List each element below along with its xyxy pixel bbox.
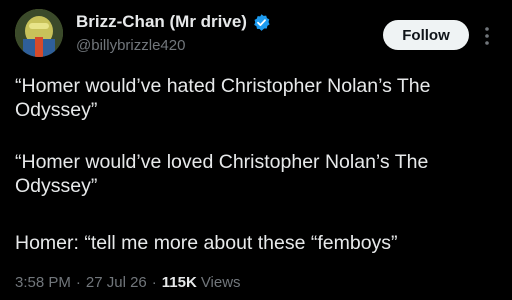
author-handle[interactable]: @billybrizzle420: [76, 37, 185, 54]
author-name-row: Brizz-Chan (Mr drive): [76, 11, 271, 33]
tweet-time[interactable]: 3:58 PM: [15, 274, 71, 291]
avatar-image: [15, 9, 63, 57]
verified-badge-icon: [252, 13, 271, 32]
meta-separator: ·: [151, 274, 157, 291]
tweet-paragraph: Homer: “tell me more about these “femboy…: [15, 232, 398, 254]
meta-separator: ·: [75, 274, 81, 291]
avatar[interactable]: [15, 9, 63, 57]
tweet-paragraph: “Homer would’ve loved Christopher Nolan’…: [15, 151, 429, 197]
tweet-card: Brizz-Chan (Mr drive) @billybrizzle420 F…: [0, 0, 512, 300]
tweet-meta: 3:58 PM · 27 Jul 26 · 115K Views: [15, 274, 241, 291]
views-count[interactable]: 115K: [162, 274, 197, 291]
tweet-date[interactable]: 27 Jul 26: [86, 274, 147, 291]
views-label: Views: [200, 274, 241, 291]
more-vertical-icon[interactable]: [481, 25, 493, 47]
follow-button[interactable]: Follow: [383, 20, 469, 50]
author-display-name[interactable]: Brizz-Chan (Mr drive): [76, 12, 247, 32]
tweet-paragraph: “Homer would’ve hated Christopher Nolan’…: [15, 75, 431, 121]
